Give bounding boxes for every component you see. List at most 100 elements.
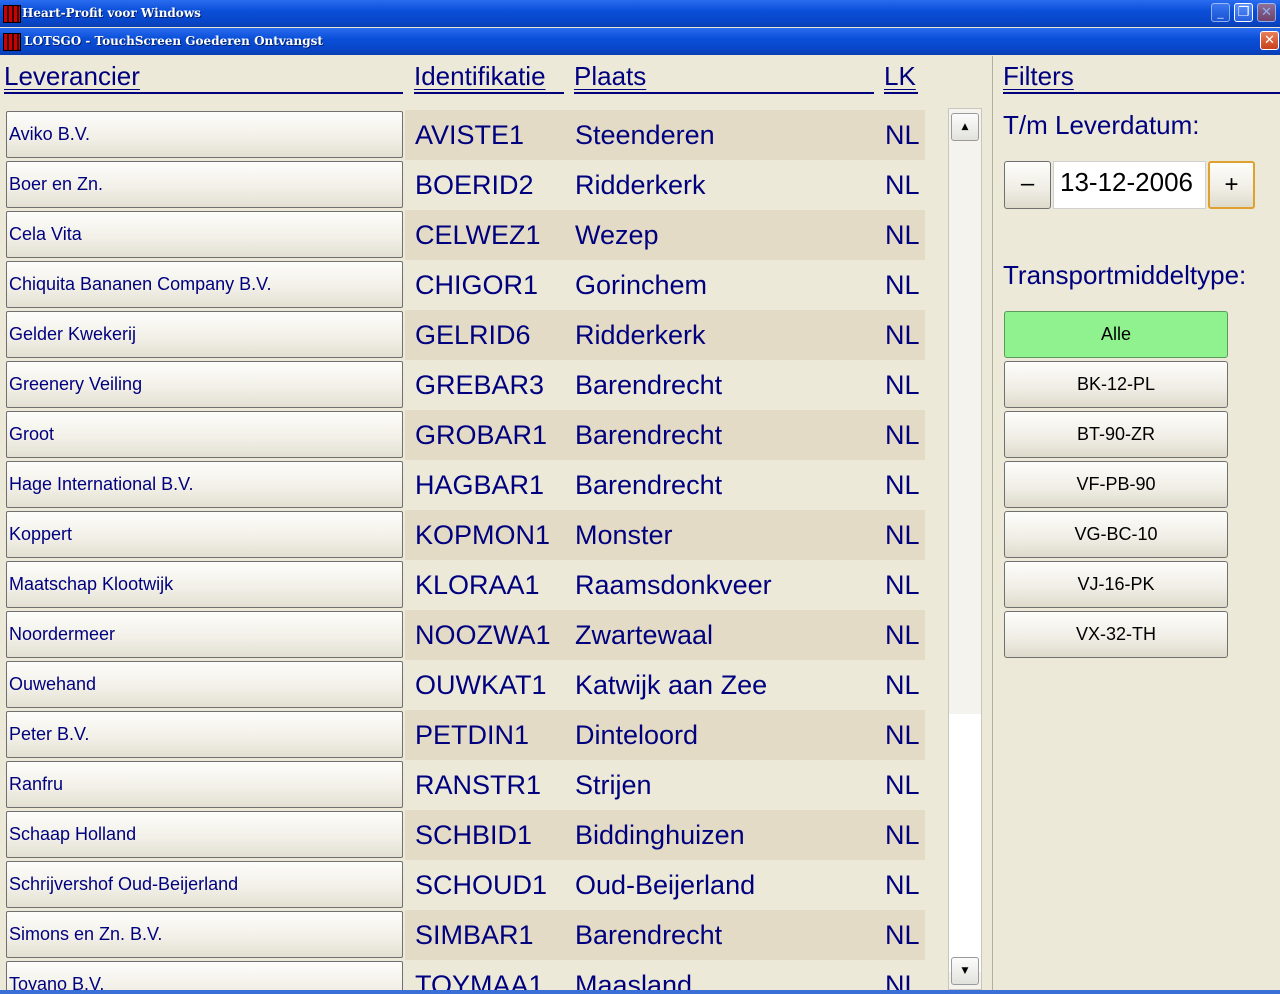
supplier-id: GREBAR3 bbox=[415, 370, 545, 400]
scroll-down-button[interactable]: ▼ bbox=[951, 957, 979, 985]
supplier-button[interactable]: Schaap Holland bbox=[6, 811, 403, 858]
date-increment-button[interactable]: + bbox=[1208, 161, 1255, 209]
supplier-button[interactable]: Ouwehand bbox=[6, 661, 403, 708]
date-decrement-button[interactable]: – bbox=[1004, 161, 1051, 209]
supplier-plaats: Maasland bbox=[575, 970, 693, 994]
supplier-country: NL bbox=[885, 520, 920, 550]
supplier-id: SCHOUD1 bbox=[415, 870, 548, 900]
arrow-up-icon: ▲ bbox=[961, 122, 969, 132]
supplier-button[interactable]: Peter B.V. bbox=[6, 711, 403, 758]
supplier-plaats: Ridderkerk bbox=[575, 320, 706, 350]
window-bottom-border bbox=[0, 990, 1280, 994]
supplier-row[interactable]: Gelder Kwekerij GELRID6 Ridderkerk NL bbox=[0, 310, 930, 360]
supplier-row[interactable]: Ranfru RANSTR1 Strijen NL bbox=[0, 760, 930, 810]
transport-option-button[interactable]: BK-12-PL bbox=[1004, 361, 1228, 408]
transport-option-button[interactable]: VF-PB-90 bbox=[1004, 461, 1228, 508]
supplier-row[interactable]: Noordermeer NOOZWA1 Zwartewaal NL bbox=[0, 610, 930, 660]
supplier-plaats: Steenderen bbox=[575, 120, 715, 150]
supplier-id: GELRID6 bbox=[415, 320, 531, 350]
scroll-track[interactable] bbox=[949, 714, 981, 972]
header-plaats[interactable]: Plaats bbox=[574, 60, 874, 94]
supplier-country: NL bbox=[885, 620, 920, 650]
arrow-down-icon: ▼ bbox=[961, 966, 969, 976]
supplier-row[interactable]: Aviko B.V. AVISTE1 Steenderen NL bbox=[0, 110, 930, 160]
supplier-country: NL bbox=[885, 570, 920, 600]
child-title: LOTSGO - TouchScreen Goederen Ontvangst bbox=[24, 34, 323, 48]
supplier-button[interactable]: Groot bbox=[6, 411, 403, 458]
transport-option-button[interactable]: BT-90-ZR bbox=[1004, 411, 1228, 458]
supplier-row[interactable]: Simons en Zn. B.V. SIMBAR1 Barendrecht NL bbox=[0, 910, 930, 960]
supplier-button[interactable]: Koppert bbox=[6, 511, 403, 558]
supplier-row[interactable]: Chiquita Bananen Company B.V. CHIGOR1 Gori… bbox=[0, 260, 930, 310]
supplier-id: OUWKAT1 bbox=[415, 670, 547, 700]
child-title-bar: LOTSGO - TouchScreen Goederen Ontvangst … bbox=[0, 28, 1280, 55]
supplier-button[interactable]: Schrijvershof Oud-Beijerland bbox=[6, 861, 403, 908]
supplier-button[interactable]: Maatschap Klootwijk bbox=[6, 561, 403, 608]
close-child-button[interactable]: ✕ bbox=[1260, 31, 1279, 50]
supplier-id: PETDIN1 bbox=[415, 720, 530, 750]
supplier-plaats: Ridderkerk bbox=[575, 170, 706, 200]
supplier-button[interactable]: Hage International B.V. bbox=[6, 461, 403, 508]
supplier-id: SIMBAR1 bbox=[415, 920, 534, 950]
supplier-id: GROBAR1 bbox=[415, 420, 548, 450]
header-lk[interactable]: LK bbox=[884, 60, 918, 94]
supplier-row[interactable]: Schrijvershof Oud-Beijerland SCHOUD1 Oud-B… bbox=[0, 860, 930, 910]
supplier-country: NL bbox=[885, 970, 920, 994]
supplier-list-scrollbar[interactable]: ▲ ▼ bbox=[948, 108, 982, 990]
scroll-up-button[interactable]: ▲ bbox=[951, 113, 979, 141]
date-field[interactable]: 13-12-2006 bbox=[1053, 161, 1206, 209]
supplier-country: NL bbox=[885, 120, 920, 150]
supplier-country: NL bbox=[885, 270, 920, 300]
transport-option-button[interactable]: Alle bbox=[1004, 311, 1228, 358]
header-leverancier[interactable]: Leverancier bbox=[4, 60, 403, 94]
supplier-button[interactable]: Simons en Zn. B.V. bbox=[6, 911, 403, 958]
supplier-row[interactable]: Cela Vita CELWEZ1 Wezep NL bbox=[0, 210, 930, 260]
date-label: T/m Leverdatum: bbox=[1003, 110, 1200, 140]
close-app-button[interactable]: ✕ bbox=[1257, 3, 1276, 22]
app-icon bbox=[3, 5, 21, 23]
supplier-row[interactable]: Groot GROBAR1 Barendrecht NL bbox=[0, 410, 930, 460]
supplier-button[interactable]: Ranfru bbox=[6, 761, 403, 808]
supplier-row[interactable]: Ouwehand OUWKAT1 Katwijk aan Zee NL bbox=[0, 660, 930, 710]
supplier-country: NL bbox=[885, 220, 920, 250]
minimize-button[interactable]: _ bbox=[1211, 3, 1230, 22]
supplier-plaats: Barendrecht bbox=[575, 470, 723, 500]
supplier-row[interactable]: Toyano B.V. TOYMAA1 Maasland NL bbox=[0, 960, 930, 994]
supplier-id: CHIGOR1 bbox=[415, 270, 539, 300]
supplier-button[interactable]: Chiquita Bananen Company B.V. bbox=[6, 261, 403, 308]
supplier-country: NL bbox=[885, 320, 920, 350]
app-title: Heart-Profit voor Windows bbox=[22, 6, 201, 20]
supplier-button[interactable]: Aviko B.V. bbox=[6, 111, 403, 158]
supplier-country: NL bbox=[885, 920, 920, 950]
supplier-plaats: Barendrecht bbox=[575, 420, 723, 450]
supplier-country: NL bbox=[885, 470, 920, 500]
supplier-id: RANSTR1 bbox=[415, 770, 542, 800]
transport-option-button[interactable]: VJ-16-PK bbox=[1004, 561, 1228, 608]
supplier-country: NL bbox=[885, 870, 920, 900]
supplier-button[interactable]: Cela Vita bbox=[6, 211, 403, 258]
transport-label: Transportmiddeltype: bbox=[1003, 260, 1247, 290]
filters-title: Filters bbox=[1003, 60, 1280, 94]
supplier-plaats: Gorinchem bbox=[575, 270, 708, 300]
supplier-row[interactable]: Maatschap Klootwijk KLORAA1 Raamsdonkveer N… bbox=[0, 560, 930, 610]
transport-option-button[interactable]: VG-BC-10 bbox=[1004, 511, 1228, 558]
supplier-plaats: Raamsdonkveer bbox=[575, 570, 772, 600]
supplier-country: NL bbox=[885, 370, 920, 400]
supplier-button[interactable]: Noordermeer bbox=[6, 611, 403, 658]
transport-option-button[interactable]: VX-32-TH bbox=[1004, 611, 1228, 658]
app-title-bar: Heart-Profit voor Windows _ ❐ ✕ bbox=[0, 0, 1280, 27]
supplier-row[interactable]: Schaap Holland SCHBID1 Biddinghuizen NL bbox=[0, 810, 930, 860]
header-identifikatie[interactable]: Identifikatie bbox=[414, 60, 564, 94]
supplier-row[interactable]: Peter B.V. PETDIN1 Dinteloord NL bbox=[0, 710, 930, 760]
supplier-button[interactable]: Greenery Veiling bbox=[6, 361, 403, 408]
supplier-button[interactable]: Gelder Kwekerij bbox=[6, 311, 403, 358]
supplier-row[interactable]: Hage International B.V. HAGBAR1 Barendrech… bbox=[0, 460, 930, 510]
supplier-row[interactable]: Boer en Zn. BOERID2 Ridderkerk NL bbox=[0, 160, 930, 210]
supplier-row[interactable]: Koppert KOPMON1 Monster NL bbox=[0, 510, 930, 560]
supplier-row[interactable]: Greenery Veiling GREBAR3 Barendrecht NL bbox=[0, 360, 930, 410]
restore-button[interactable]: ❐ bbox=[1234, 3, 1253, 22]
supplier-id: KLORAA1 bbox=[415, 570, 540, 600]
supplier-button[interactable]: Boer en Zn. bbox=[6, 161, 403, 208]
supplier-plaats: Dinteloord bbox=[575, 720, 699, 750]
supplier-id: SCHBID1 bbox=[415, 820, 533, 850]
